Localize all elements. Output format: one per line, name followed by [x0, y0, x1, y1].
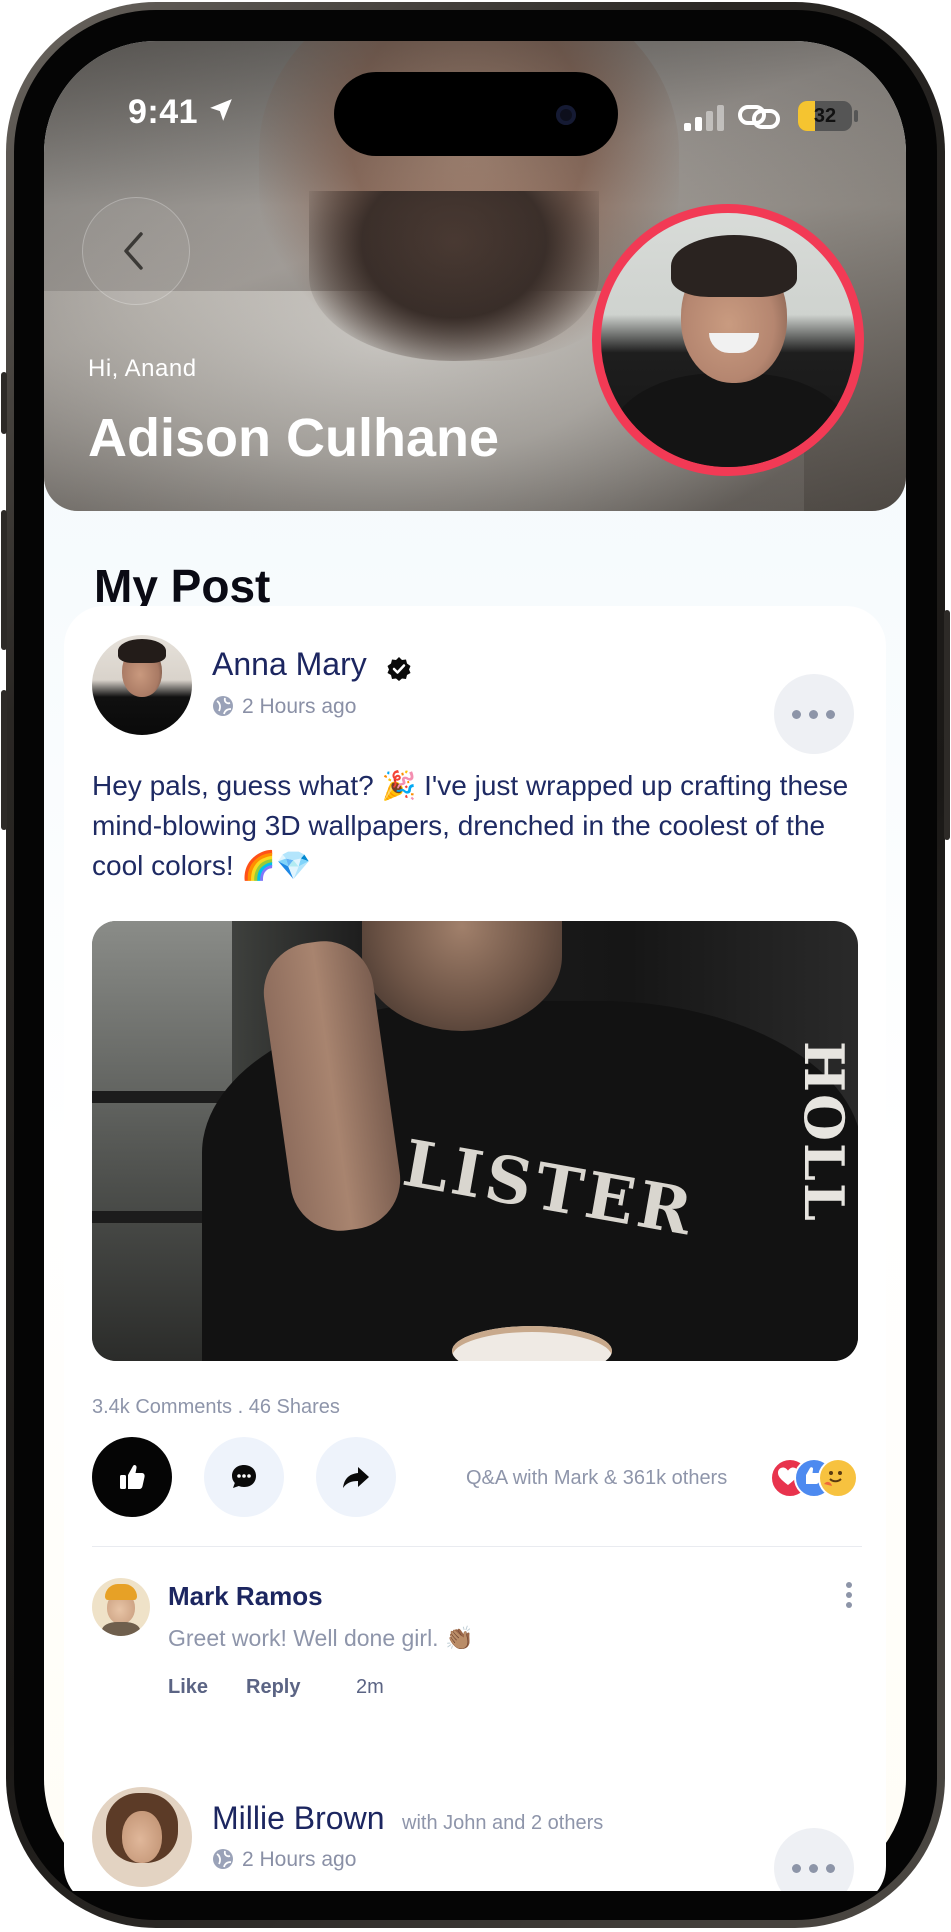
comment-button[interactable] — [204, 1437, 284, 1517]
avatar[interactable] — [92, 635, 192, 735]
reaction-summary[interactable]: Q&A with Mark & 361k others — [466, 1467, 727, 1490]
post-timestamp: 2 Hours ago — [242, 1848, 357, 1871]
globe-icon — [213, 1849, 233, 1869]
thumbs-up-icon — [120, 1464, 145, 1489]
comment-more-icon[interactable] — [846, 1582, 852, 1608]
post-tagged-text: with John and 2 others — [402, 1812, 604, 1834]
post-stats: 3.4k Comments . 46 Shares — [92, 1396, 340, 1418]
post-author-name[interactable]: Anna Mary — [212, 646, 367, 683]
post-image-sleeve-text: HOLL — [792, 1041, 856, 1223]
comment-text: Greet work! Well done girl. 👏🏽 — [168, 1625, 474, 1651]
avatar[interactable] — [92, 1787, 192, 1887]
comment-reply-link[interactable]: Reply — [246, 1676, 300, 1699]
comment-timestamp: 2m — [356, 1676, 384, 1698]
comment-like-link[interactable]: Like — [168, 1676, 208, 1699]
reaction-icons[interactable] — [770, 1458, 862, 1498]
volume-up-button — [1, 510, 7, 650]
avatar[interactable] — [92, 1578, 150, 1636]
phone-frame: 9:41 32 Hi, Anand Adison Culhane My Post… — [0, 0, 951, 1932]
feed: Anna Mary 2 Hours ago Hey pals, guess wh… — [44, 0, 906, 1891]
verified-badge-icon — [387, 657, 411, 681]
like-button[interactable] — [92, 1437, 172, 1517]
comment-bubble-icon — [232, 1465, 256, 1488]
more-options-button[interactable] — [774, 674, 854, 754]
hug-reaction-icon — [818, 1458, 858, 1498]
post-text: Hey pals, guess what? 🎉 I've just wrappe… — [92, 770, 849, 881]
share-arrow-icon — [343, 1467, 369, 1488]
divider — [92, 1546, 862, 1547]
comment-author-name[interactable]: Mark Ramos — [168, 1581, 323, 1612]
post-image[interactable]: LISTER HOLL — [92, 921, 858, 1361]
share-button[interactable] — [316, 1437, 396, 1517]
mute-switch — [1, 372, 7, 434]
post-author-name[interactable]: Millie Brown — [212, 1800, 384, 1837]
volume-down-button — [1, 690, 7, 830]
post-timestamp: 2 Hours ago — [242, 695, 357, 718]
power-button — [944, 610, 950, 840]
globe-icon — [213, 696, 233, 716]
